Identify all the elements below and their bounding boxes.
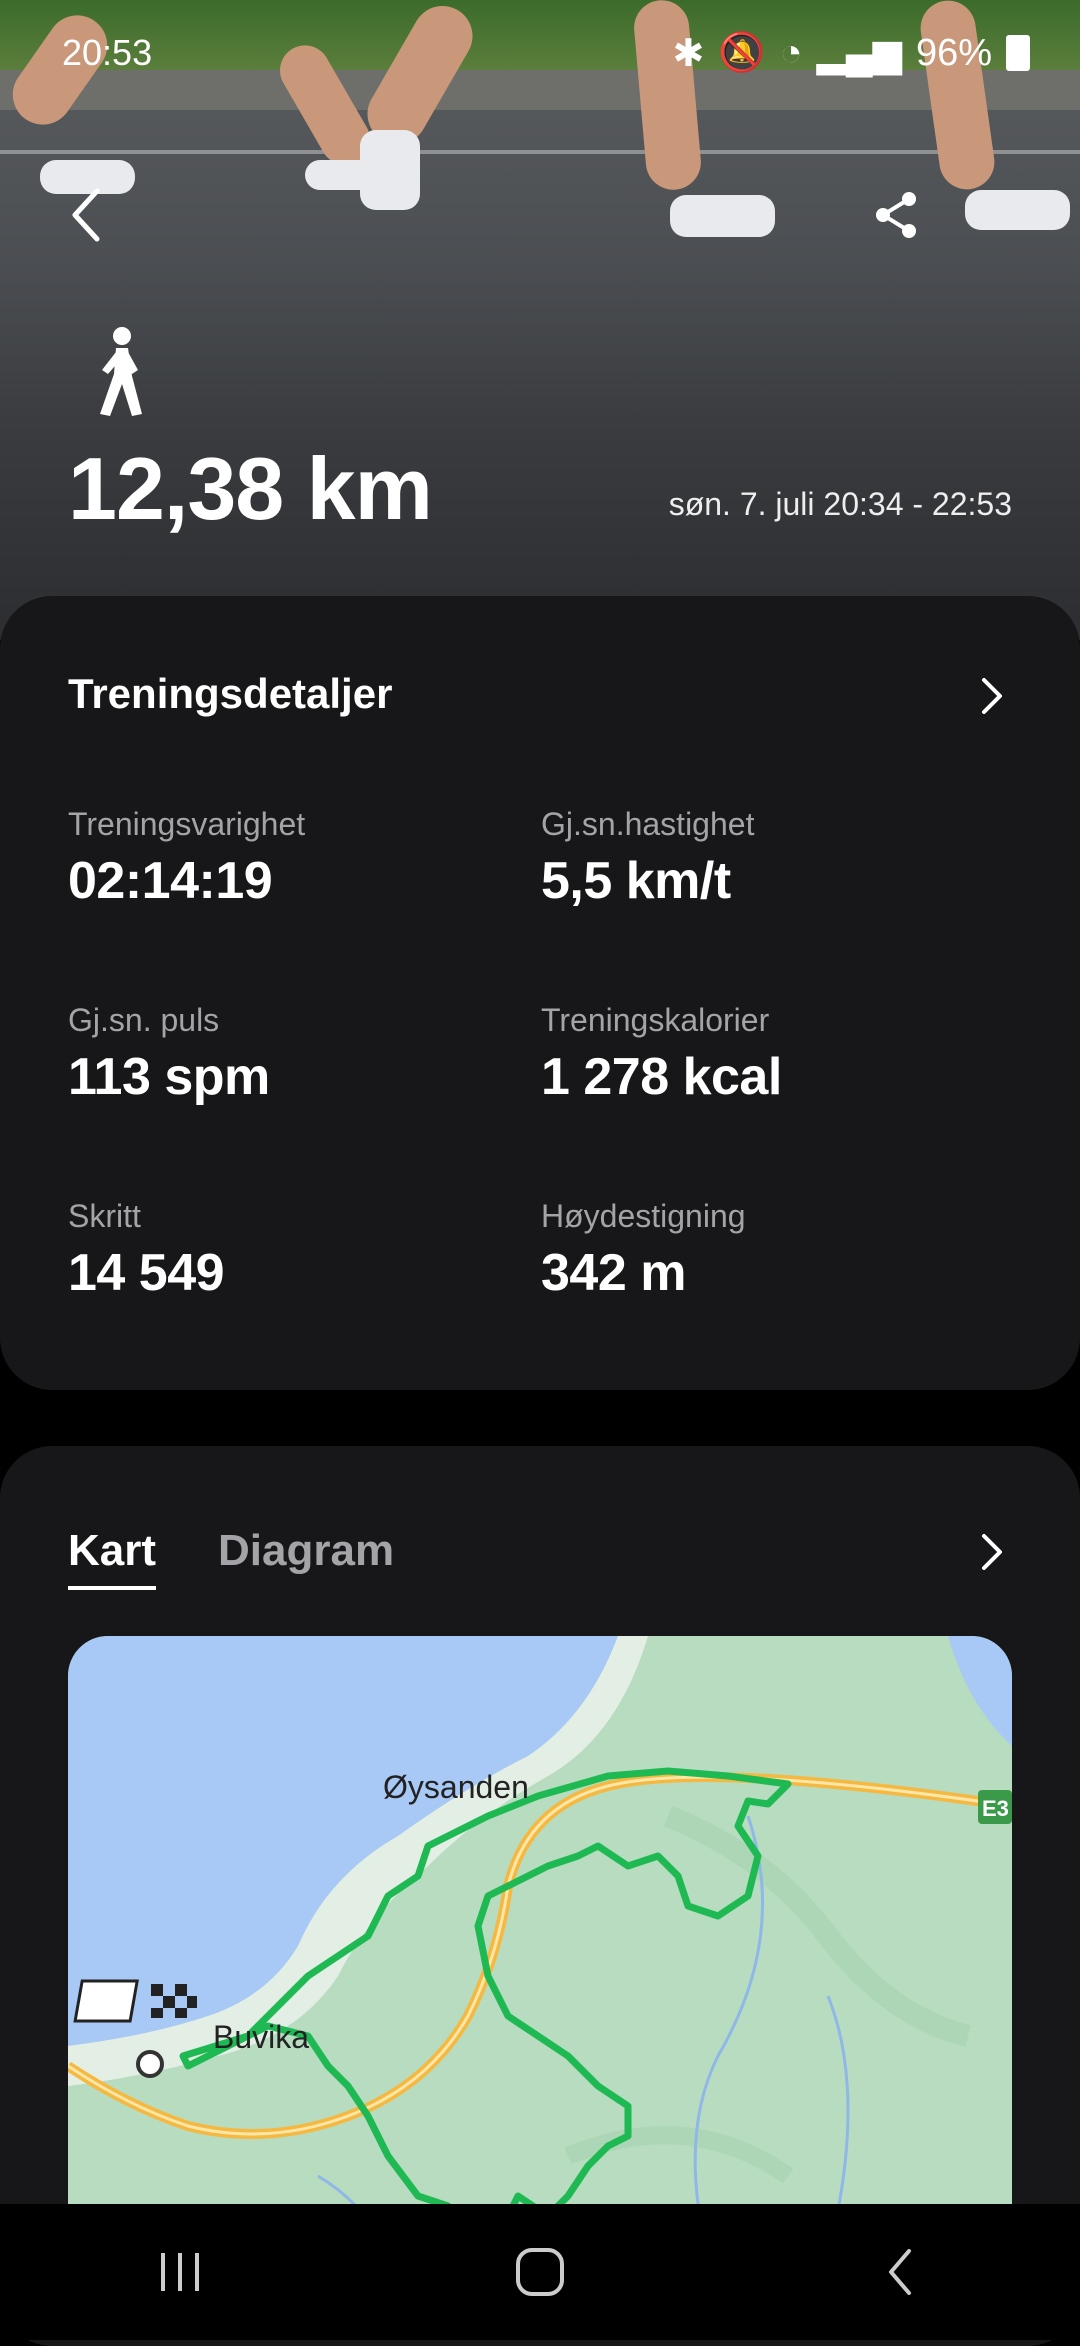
- place-label-oysanden: Øysanden: [383, 1769, 529, 1805]
- road-line: [0, 150, 1080, 154]
- back-arrow-icon: [72, 188, 100, 242]
- runner-shoe: [360, 130, 420, 210]
- stat-label: Treningsvarighet: [68, 806, 306, 842]
- workout-date-range: søn. 7. juli 20:34 - 22:53: [668, 486, 1012, 522]
- runner-shoe: [965, 190, 1070, 230]
- stat-label: Høydestigning: [541, 1198, 746, 1234]
- total-distance: 12,38 km: [68, 439, 433, 538]
- home-button[interactable]: [480, 2232, 600, 2312]
- road-badge: E3: [982, 1796, 1009, 1821]
- back-button[interactable]: [52, 180, 122, 250]
- signal-icon: ▂▄▆: [816, 32, 902, 75]
- battery-icon: [1006, 35, 1030, 71]
- chevron-right-icon[interactable]: [972, 1532, 1012, 1572]
- battery-percent: 96%: [915, 31, 992, 74]
- start-point-marker: [136, 2050, 164, 2078]
- tab-diagram[interactable]: Diagram: [218, 1526, 394, 1590]
- map-tabs: Kart Diagram: [68, 1526, 394, 1590]
- stat-value: 1 278 kcal: [541, 1048, 782, 1106]
- training-details-card[interactable]: Treningsdetaljer Treningsvarighet 02:14:…: [0, 596, 1080, 1390]
- tab-map[interactable]: Kart: [68, 1526, 157, 1590]
- stat-value: 14 549: [68, 1244, 225, 1302]
- system-navigation-bar: [0, 2204, 1080, 2340]
- share-button[interactable]: [862, 180, 932, 250]
- hero-image: 20:53 ✱ 🔕 ◔ ▂▄▆ 96% 12,38 km søn. 7. jul…: [0, 0, 1080, 640]
- system-back-button[interactable]: [840, 2232, 960, 2312]
- route-map[interactable]: E3 Øysanden Buvika: [68, 1636, 1012, 2256]
- recent-apps-icon: [161, 2253, 199, 2291]
- stat-value: 02:14:19: [68, 852, 273, 910]
- home-icon: [516, 2248, 564, 2296]
- stat-avg-speed: Gj.sn.hastighet 5,5 km/t: [541, 806, 754, 911]
- stat-duration: Treningsvarighet 02:14:19: [68, 806, 305, 911]
- stat-calories: Treningskalorier 1 278 kcal: [541, 1002, 782, 1107]
- runner-shoe: [670, 195, 775, 237]
- recent-apps-button[interactable]: [120, 2232, 240, 2312]
- stat-avg-heart-rate: Gj.sn. puls 113 spm: [68, 1002, 270, 1107]
- mute-icon: 🔕: [718, 32, 766, 74]
- stat-label: Treningskalorier: [541, 1002, 770, 1038]
- status-time: 20:53: [62, 32, 153, 73]
- map-canvas: E3 Øysanden Buvika: [68, 1636, 1012, 2256]
- share-icon: [876, 192, 916, 238]
- stat-value: 113 spm: [68, 1048, 270, 1106]
- status-bar: 20:53 ✱ 🔕 ◔ ▂▄▆ 96%: [62, 28, 1030, 78]
- stat-label: Gj.sn.hastighet: [541, 806, 755, 842]
- card-title: Treningsdetaljer: [68, 670, 393, 717]
- wifi-icon: ◔: [779, 31, 803, 74]
- bluetooth-icon: ✱: [672, 32, 705, 75]
- stat-steps: Skritt 14 549: [68, 1198, 225, 1303]
- place-label-buvika: Buvika: [213, 2019, 309, 2055]
- stat-label: Gj.sn. puls: [68, 1002, 220, 1038]
- back-icon: [889, 2249, 911, 2295]
- walking-icon: [100, 327, 142, 416]
- stat-elevation-gain: Høydestigning 342 m: [541, 1198, 746, 1303]
- stat-value: 5,5 km/t: [541, 852, 731, 910]
- stat-value: 342 m: [541, 1244, 686, 1302]
- stat-label: Skritt: [68, 1198, 141, 1234]
- chevron-right-icon[interactable]: [972, 676, 1012, 716]
